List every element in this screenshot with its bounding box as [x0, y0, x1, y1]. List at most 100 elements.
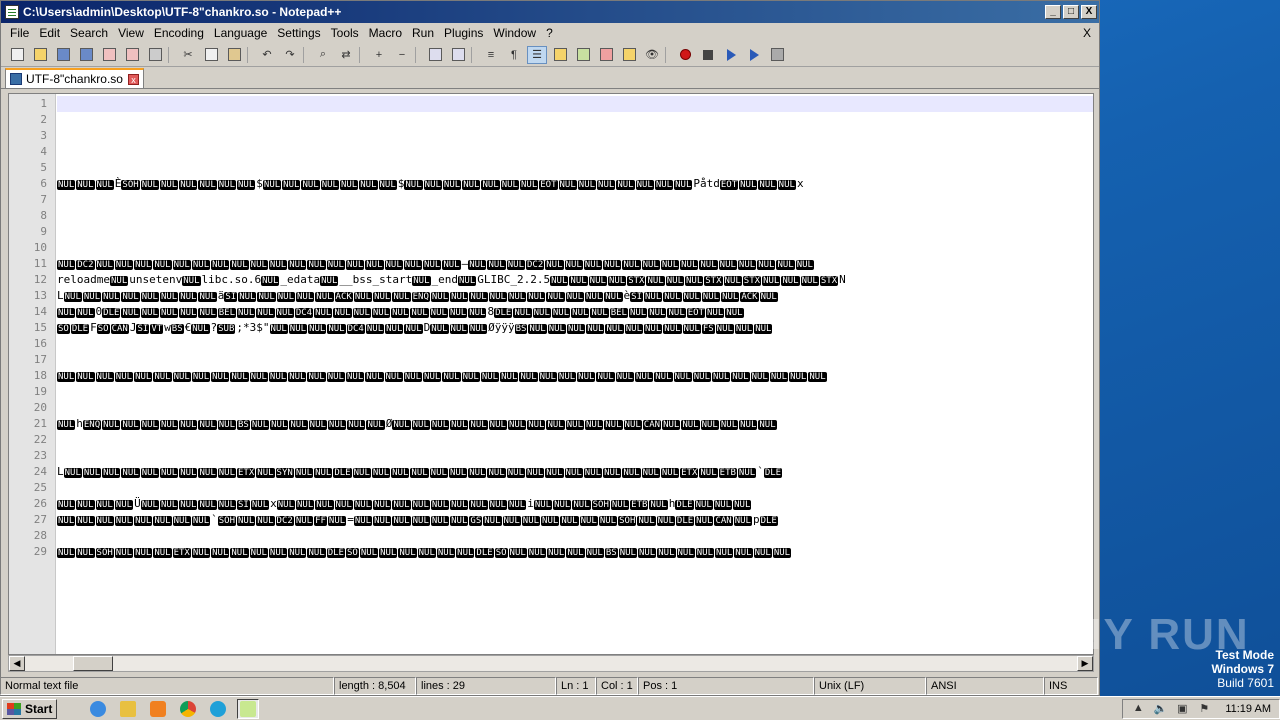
udl-icon[interactable] [550, 46, 570, 64]
editor-line[interactable]: NUL NUL NUL ÈSOH NUL NUL NUL NUL NUL NUL $NUL NUL NU… [57, 176, 1093, 192]
minimize-button[interactable]: _ [1045, 5, 1061, 19]
monitoring-icon[interactable]: 👁 [642, 46, 662, 64]
close-document-button[interactable]: X [1083, 26, 1091, 40]
editor-line[interactable] [57, 240, 1093, 256]
menu-window[interactable]: Window [488, 26, 541, 40]
menu-plugins[interactable]: Plugins [439, 26, 488, 40]
menu-language[interactable]: Language [209, 26, 272, 40]
sync-vertical-icon[interactable] [425, 46, 445, 64]
editor-line[interactable]: NUL NUL 0DLE NUL NUL NUL NUL NUL BEL NUL NUL NUL DC4… [57, 304, 1093, 320]
media-player-icon[interactable] [147, 699, 169, 719]
stop-macro-icon[interactable] [698, 46, 718, 64]
sync-horizontal-icon[interactable] [448, 46, 468, 64]
notepadpp-taskbar-icon[interactable] [237, 698, 260, 719]
play-macro-icon[interactable] [721, 46, 741, 64]
control-char: NUL [315, 292, 334, 302]
editor-line[interactable]: NUL hENQ NUL NUL NUL NUL NUL NUL NUL BS NUL NUL NUL N… [57, 416, 1093, 432]
network-icon[interactable]: ▣ [1175, 702, 1189, 716]
control-char: NUL [121, 308, 140, 318]
close-all-icon[interactable] [122, 46, 142, 64]
doc-map-icon[interactable] [573, 46, 593, 64]
editor-line[interactable] [57, 160, 1093, 176]
new-file-icon[interactable] [7, 46, 27, 64]
menu-edit[interactable]: Edit [34, 26, 65, 40]
editor-line[interactable]: NUL NUL NUL NUL NUL NUL NUL NUL NUL NUL NUL NUL NUL N… [57, 368, 1093, 384]
close-button[interactable]: X [1081, 5, 1097, 19]
save-all-icon[interactable] [76, 46, 96, 64]
function-list-icon[interactable] [596, 46, 616, 64]
editor-line[interactable] [57, 224, 1093, 240]
flag-icon[interactable]: ⚑ [1197, 702, 1211, 716]
editor-line[interactable] [57, 144, 1093, 160]
chrome-icon[interactable] [177, 699, 199, 719]
explorer-icon[interactable] [117, 699, 139, 719]
editor-line[interactable] [57, 480, 1093, 496]
word-wrap-icon[interactable]: ≡ [481, 46, 501, 64]
record-macro-icon[interactable] [675, 46, 695, 64]
paste-icon[interactable] [224, 46, 244, 64]
find-icon[interactable]: ⌕ [313, 46, 333, 64]
menu-encoding[interactable]: Encoding [149, 26, 209, 40]
menu-search[interactable]: Search [65, 26, 113, 40]
zoom-in-icon[interactable]: + [369, 46, 389, 64]
save-icon[interactable] [53, 46, 73, 64]
menu-tools[interactable]: Tools [326, 26, 364, 40]
menu-settings[interactable]: Settings [272, 26, 325, 40]
editor-line[interactable]: LNUL NUL NUL NUL NUL NUL NUL NUL NUL ETX NUL SYN NUL… [57, 464, 1093, 480]
maximize-button[interactable]: □ [1063, 5, 1079, 19]
editor-line[interactable]: NUL DC2 NUL NUL NUL NUL NUL NUL NUL NUL NUL NUL NUL N… [57, 256, 1093, 272]
editor-line[interactable] [57, 336, 1093, 352]
editor-line[interactable] [57, 192, 1093, 208]
menu-file[interactable]: File [5, 26, 34, 40]
scroll-thumb[interactable] [73, 656, 113, 671]
clock[interactable]: 11:19 AM [1225, 703, 1271, 715]
editor-line[interactable] [57, 128, 1093, 144]
menu-macro[interactable]: Macro [364, 26, 407, 40]
print-icon[interactable] [145, 46, 165, 64]
editor-line[interactable] [57, 352, 1093, 368]
editor-line[interactable]: reloadmeNUL unsetenvNUL libc.so.6NUL _edata… [57, 272, 1093, 288]
ie-icon[interactable] [87, 699, 109, 719]
editor-line[interactable] [57, 384, 1093, 400]
editor-line[interactable] [57, 432, 1093, 448]
editor-line[interactable]: LNUL NUL NUL NUL NUL NUL NUL NUL äSI NUL NUL NUL NUL… [57, 288, 1093, 304]
editor-line[interactable]: SO DLE FSO CAN JSI VT wBS €NUL ?SUB ;*3$"NUL NUL NU… [57, 320, 1093, 336]
indent-guide-icon[interactable]: ☰ [527, 45, 547, 64]
editor-line[interactable] [57, 96, 1093, 112]
editor-line[interactable] [57, 208, 1093, 224]
tab-close-icon[interactable]: x [127, 73, 139, 85]
zoom-out-icon[interactable]: − [392, 46, 412, 64]
editor-line[interactable] [57, 528, 1093, 544]
cut-icon[interactable]: ✂ [178, 46, 198, 64]
menu-run[interactable]: Run [407, 26, 439, 40]
control-char: NUL [140, 500, 159, 510]
start-button[interactable]: Start [2, 698, 58, 719]
close-file-icon[interactable] [99, 46, 119, 64]
undo-icon[interactable]: ↶ [257, 46, 277, 64]
speaker-icon[interactable]: 🔈 [1153, 702, 1167, 716]
editor-line[interactable]: NUL NUL NUL NUL NUL NUL NUL NUL `SOH NUL NUL DC2 NUL… [57, 512, 1093, 528]
show-hidden-icon[interactable]: ▲ [1131, 702, 1145, 716]
edge-icon[interactable] [207, 699, 229, 719]
text-area[interactable]: NUL NUL NUL ÈSOH NUL NUL NUL NUL NUL NUL $NUL NUL NU… [57, 94, 1093, 654]
open-file-icon[interactable] [30, 46, 50, 64]
horizontal-scrollbar[interactable]: ◀ ▶ [8, 655, 1094, 672]
replace-icon[interactable]: ⇄ [336, 46, 356, 64]
scroll-left-icon[interactable]: ◀ [9, 656, 25, 671]
editor-line[interactable]: NUL NUL NUL NUL ÜNUL NUL NUL NUL NUL SI NUL xNUL NUL… [57, 496, 1093, 512]
folder-workspace-icon[interactable] [619, 46, 639, 64]
menu-help[interactable]: ? [541, 26, 558, 40]
run-macro-multiple-icon[interactable] [744, 46, 764, 64]
tab-document[interactable]: UTF-8"chankro.so x [5, 68, 144, 88]
copy-icon[interactable] [201, 46, 221, 64]
editor-line[interactable]: NUL NUL SOH NUL NUL NUL ETX NUL NUL NUL NUL NUL NUL N… [57, 544, 1093, 560]
editor-line[interactable] [57, 448, 1093, 464]
redo-icon[interactable]: ↷ [280, 46, 300, 64]
save-macro-icon[interactable] [767, 46, 787, 64]
editor-line[interactable] [57, 112, 1093, 128]
menu-view[interactable]: View [113, 26, 149, 40]
text-editor[interactable]: 1 2 3 4 5 6 7 8 9 10 11 12 13 14 15 16 17 18 19 20 21 22 23 24 2… [8, 93, 1094, 655]
editor-line[interactable] [57, 400, 1093, 416]
show-all-chars-icon[interactable]: ¶ [504, 46, 524, 64]
control-char: NUL [352, 468, 371, 478]
